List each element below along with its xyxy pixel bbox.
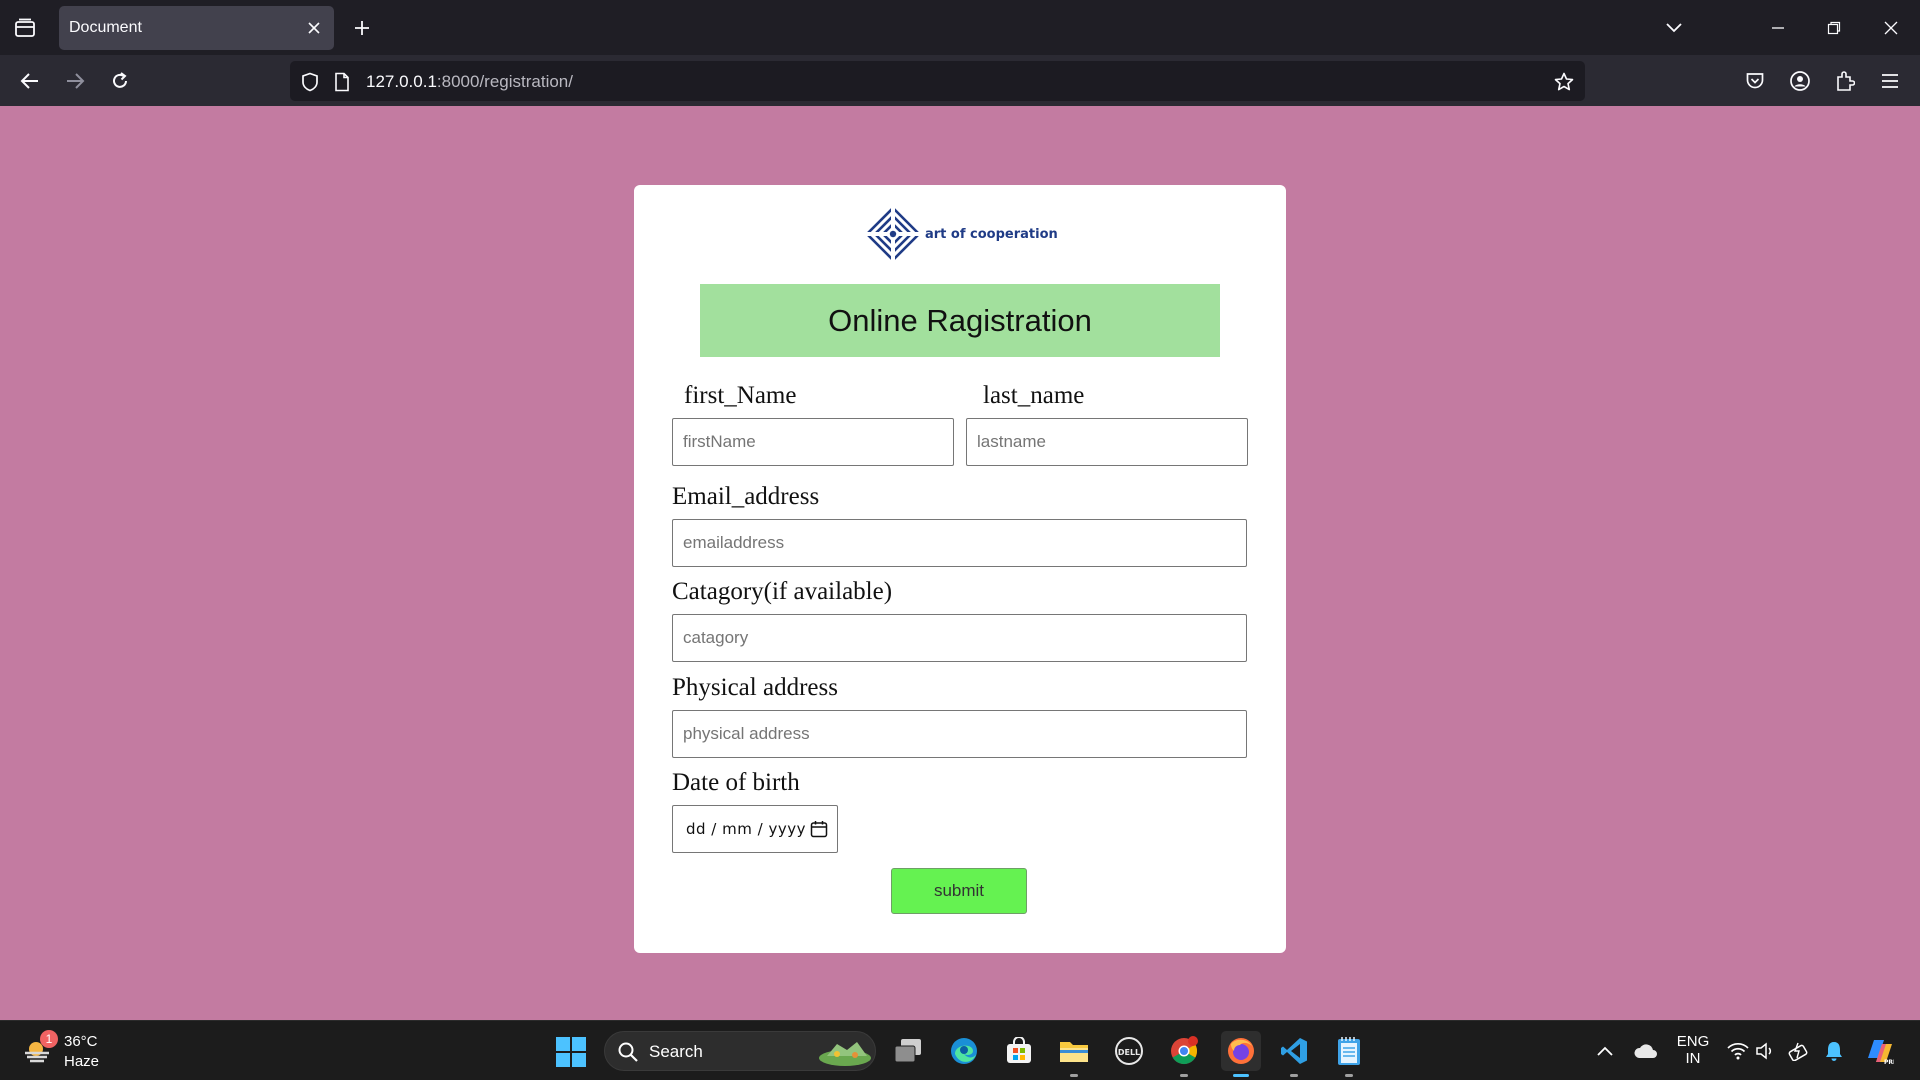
address-bar[interactable]: 127.0.0.1:8000/registration/ <box>290 61 1585 101</box>
physical-address-label: Physical address <box>672 674 838 701</box>
active-indicator <box>1233 1074 1249 1077</box>
date-placeholder: dd / mm / yyyy <box>686 820 806 838</box>
restore-icon[interactable] <box>1820 14 1848 42</box>
date-of-birth-label: Date of birth <box>672 769 800 796</box>
running-indicator <box>1070 1074 1078 1077</box>
forward-icon[interactable] <box>61 67 89 95</box>
wifi-icon[interactable] <box>1726 1039 1750 1063</box>
tab-title: Document <box>69 19 142 36</box>
notification-bell-icon[interactable] <box>1822 1039 1846 1063</box>
last-name-label: last_name <box>983 382 1085 409</box>
search-icon <box>617 1041 639 1068</box>
running-indicator <box>1345 1074 1353 1077</box>
microsoft-store-icon[interactable] <box>1001 1033 1037 1069</box>
page-title: Online Ragistration <box>828 302 1092 338</box>
vscode-icon[interactable] <box>1276 1033 1312 1077</box>
notepad-icon[interactable] <box>1331 1033 1367 1077</box>
dell-icon[interactable]: DELL <box>1111 1033 1147 1069</box>
url-host: 127.0.0.1 <box>366 72 437 91</box>
logo-mark-icon <box>865 206 921 262</box>
weather-description: Haze <box>64 1053 100 1070</box>
email-input[interactable] <box>672 519 1247 567</box>
calendar-icon[interactable] <box>809 819 829 839</box>
weather-badge: 1 <box>40 1030 58 1048</box>
first-name-input[interactable] <box>672 418 954 466</box>
windows-start-icon[interactable] <box>556 1037 586 1067</box>
menu-icon[interactable] <box>1876 67 1904 95</box>
language-indicator[interactable]: ENG IN <box>1676 1033 1710 1067</box>
task-view-icon[interactable] <box>890 1033 926 1069</box>
date-of-birth-input[interactable]: dd / mm / yyyy <box>672 805 838 853</box>
category-label: Catagory(if available) <box>672 578 893 605</box>
chevron-down-icon[interactable] <box>1660 14 1688 42</box>
list-all-tabs-icon[interactable] <box>12 15 38 41</box>
close-tab-icon[interactable] <box>304 18 324 38</box>
url-text[interactable]: 127.0.0.1:8000/registration/ <box>366 72 573 92</box>
region-code: IN <box>1685 1050 1701 1067</box>
taskbar: 1 36°C Haze Search DELL ENG IN PR <box>0 1020 1920 1080</box>
email-label: Email_address <box>672 483 820 510</box>
heading-banner: Online Ragistration <box>700 284 1220 357</box>
taskbar-search[interactable]: Search <box>604 1031 876 1071</box>
running-indicator <box>1290 1074 1298 1077</box>
category-input[interactable] <box>672 614 1247 662</box>
svg-text:DELL: DELL <box>1118 1048 1140 1057</box>
edge-icon[interactable] <box>946 1033 982 1069</box>
pocket-icon[interactable] <box>1741 67 1769 95</box>
logo-text: art of cooperation <box>925 226 1058 242</box>
navigation-toolbar: 127.0.0.1:8000/registration/ <box>0 55 1920 106</box>
browser-tab[interactable]: Document <box>59 6 334 50</box>
svg-text:PRE: PRE <box>1884 1059 1894 1066</box>
running-indicator <box>1180 1074 1188 1077</box>
search-highlight-icon <box>817 1036 873 1073</box>
last-name-input[interactable] <box>966 418 1248 466</box>
weather-widget[interactable]: 1 36°C Haze <box>22 1029 112 1073</box>
account-icon[interactable] <box>1786 67 1814 95</box>
reload-icon[interactable] <box>106 67 134 95</box>
new-tab-icon[interactable] <box>350 16 374 40</box>
bookmark-star-icon[interactable] <box>1552 70 1576 94</box>
extensions-icon[interactable] <box>1831 67 1859 95</box>
language-code: ENG <box>1676 1033 1710 1050</box>
registration-card: art of cooperation Online Ragistration f… <box>634 185 1286 953</box>
url-path: :8000/registration/ <box>436 72 573 91</box>
submit-button[interactable]: submit <box>891 868 1027 914</box>
shield-icon[interactable] <box>298 70 322 94</box>
close-window-icon[interactable] <box>1877 14 1905 42</box>
tab-bar: Document <box>0 0 1920 55</box>
minimize-icon[interactable] <box>1764 14 1792 42</box>
physical-address-input[interactable] <box>672 710 1247 758</box>
page-icon[interactable] <box>330 70 354 94</box>
back-icon[interactable] <box>16 67 44 95</box>
file-explorer-icon[interactable] <box>1056 1033 1092 1077</box>
battery-icon[interactable] <box>1787 1039 1811 1063</box>
onedrive-icon[interactable] <box>1634 1039 1658 1063</box>
logo: art of cooperation <box>865 206 1065 262</box>
chevron-up-icon[interactable] <box>1593 1039 1617 1063</box>
volume-icon[interactable] <box>1754 1039 1778 1063</box>
weather-temperature: 36°C <box>64 1033 98 1050</box>
copilot-icon[interactable]: PRE <box>1864 1036 1894 1066</box>
first-name-label: first_Name <box>684 382 797 409</box>
firefox-icon[interactable] <box>1221 1031 1261 1077</box>
search-label: Search <box>649 1042 703 1061</box>
chrome-icon[interactable] <box>1166 1033 1202 1077</box>
